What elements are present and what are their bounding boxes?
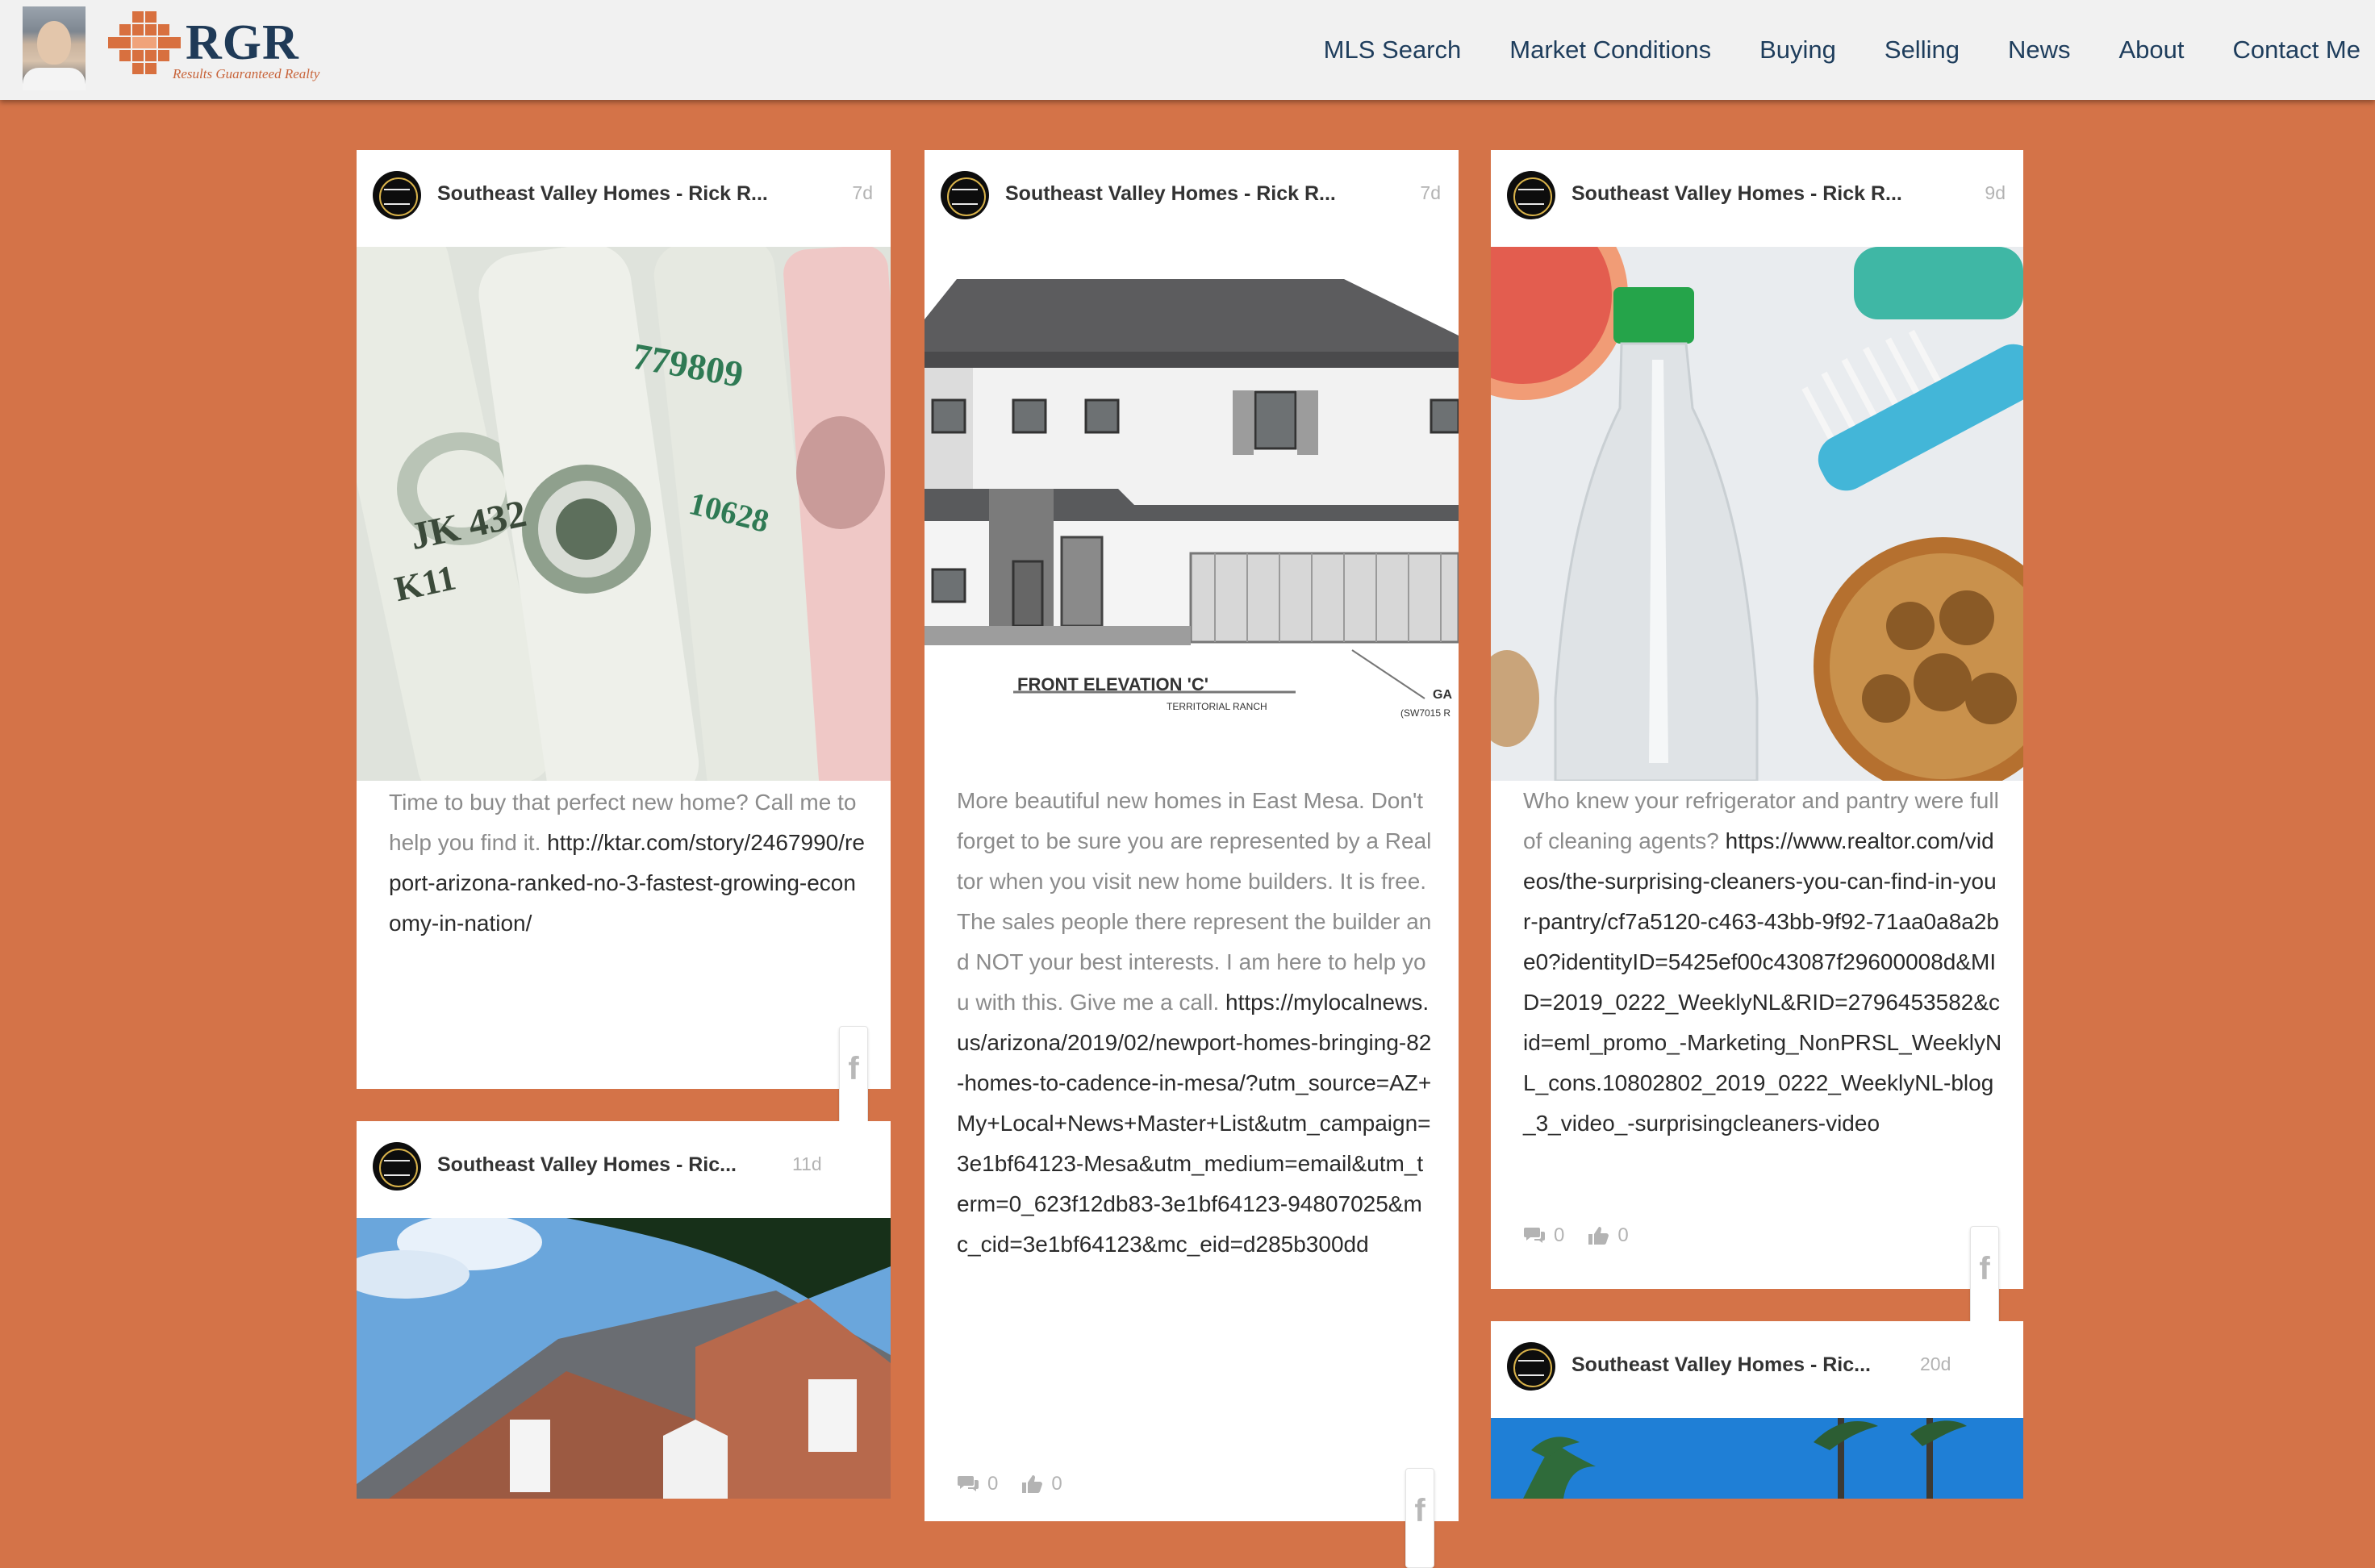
- post-header: Southeast Valley Homes - Ric... 11d: [357, 1121, 891, 1218]
- house-elevation-image: FRONT ELEVATION 'C' TERRITORIAL RANCH GA…: [925, 247, 1459, 781]
- cleaning-pantry-image: [1491, 247, 2023, 781]
- nav-market-conditions[interactable]: Market Conditions: [1509, 35, 1711, 65]
- post-header: Southeast Valley Homes - Ric... 20d: [1491, 1321, 2023, 1418]
- nav-selling[interactable]: Selling: [1885, 35, 1960, 65]
- comment-icon[interactable]: [957, 1474, 979, 1494]
- facebook-share-tab[interactable]: f: [1405, 1468, 1434, 1568]
- post-author[interactable]: Southeast Valley Homes - Rick R...: [1005, 182, 1409, 206]
- post-image[interactable]: [1491, 247, 2023, 781]
- palm-trees-image: [1491, 1418, 2023, 1499]
- post-image[interactable]: [1491, 1418, 2023, 1499]
- post-text: More beautiful new homes in East Mesa. D…: [957, 788, 1432, 1015]
- elevation-subcaption: TERRITORIAL RANCH: [1167, 701, 1267, 712]
- agent-photo[interactable]: [23, 6, 86, 90]
- like-count: 0: [1051, 1473, 1062, 1495]
- post-author[interactable]: Southeast Valley Homes - Rick R...: [1572, 182, 1975, 206]
- post-header: Southeast Valley Homes - Rick R... 7d: [925, 150, 1459, 247]
- post-age: 7d: [852, 182, 873, 203]
- nav-about[interactable]: About: [2118, 35, 2184, 65]
- nav-contact-me[interactable]: Contact Me: [2232, 35, 2360, 65]
- post-card[interactable]: Southeast Valley Homes - Rick R... 7d JK…: [357, 150, 891, 1089]
- nav-mls-search[interactable]: MLS Search: [1324, 35, 1462, 65]
- post-card[interactable]: Southeast Valley Homes - Rick R... 9d Wh…: [1491, 150, 2023, 1289]
- logo-mark-icon: [108, 11, 181, 74]
- post-header: Southeast Valley Homes - Rick R... 7d: [357, 150, 891, 247]
- post-body: Who knew your refrigerator and pantry we…: [1523, 781, 2002, 1144]
- post-author[interactable]: Southeast Valley Homes - Rick R...: [437, 182, 841, 206]
- like-count: 0: [1617, 1224, 1629, 1246]
- post-link[interactable]: https://www.realtor.com/videos/the-surpr…: [1523, 828, 2001, 1136]
- facebook-icon: f: [1979, 1251, 1990, 1287]
- site-logo[interactable]: RGR Results Guaranteed Realty: [108, 10, 342, 90]
- post-age: 7d: [1420, 182, 1441, 203]
- post-age: 11d: [792, 1153, 822, 1174]
- post-header: Southeast Valley Homes - Rick R... 9d: [1491, 150, 2023, 247]
- logo-tagline: Results Guaranteed Realty: [173, 66, 320, 81]
- post-card[interactable]: Southeast Valley Homes - Rick R... 7d FR…: [925, 150, 1459, 1521]
- logo-text: RGR: [186, 15, 299, 70]
- money-rolls-image: JK 432 K11 779809 10628: [357, 247, 891, 781]
- like-icon[interactable]: [1587, 1225, 1609, 1246]
- site-header: RGR Results Guaranteed Realty MLS Search…: [0, 0, 2375, 100]
- author-avatar[interactable]: [373, 171, 421, 219]
- post-body: Time to buy that perfect new home? Call …: [389, 782, 865, 944]
- post-age: 20d: [1920, 1353, 1951, 1374]
- facebook-share-tab[interactable]: f: [1970, 1226, 1999, 1326]
- facebook-share-tab[interactable]: f: [839, 1026, 868, 1126]
- elevation-edge-label: GA: [1433, 688, 1452, 702]
- nav-buying[interactable]: Buying: [1759, 35, 1836, 65]
- author-avatar[interactable]: [1507, 171, 1555, 219]
- like-icon[interactable]: [1021, 1474, 1043, 1495]
- post-card[interactable]: Southeast Valley Homes - Ric... 20d: [1491, 1321, 2023, 1499]
- author-avatar[interactable]: [1507, 1342, 1555, 1391]
- brick-house-image: [357, 1218, 891, 1499]
- post-stats: 0 0: [957, 1473, 1075, 1495]
- post-age: 9d: [1985, 182, 2006, 203]
- comment-count: 0: [987, 1473, 999, 1495]
- post-link[interactable]: https://mylocalnews.us/arizona/2019/02/n…: [957, 990, 1431, 1257]
- post-image[interactable]: JK 432 K11 779809 10628: [357, 247, 891, 781]
- post-author[interactable]: Southeast Valley Homes - Ric...: [1572, 1353, 1975, 1377]
- author-avatar[interactable]: [373, 1142, 421, 1191]
- post-author[interactable]: Southeast Valley Homes - Ric...: [437, 1153, 841, 1177]
- post-stats: 0 0: [1523, 1224, 1642, 1247]
- nav-news[interactable]: News: [2008, 35, 2071, 65]
- post-body: More beautiful new homes in East Mesa. D…: [957, 781, 1433, 1265]
- comment-icon[interactable]: [1523, 1226, 1546, 1245]
- comment-count: 0: [1554, 1224, 1565, 1246]
- post-image[interactable]: FRONT ELEVATION 'C' TERRITORIAL RANCH GA…: [925, 247, 1459, 781]
- post-image[interactable]: [357, 1218, 891, 1499]
- elevation-caption: FRONT ELEVATION 'C': [1017, 674, 1208, 694]
- post-card[interactable]: Southeast Valley Homes - Ric... 11d: [357, 1121, 891, 1499]
- main-nav: MLS Search Market Conditions Buying Sell…: [1275, 0, 2360, 100]
- facebook-icon: f: [848, 1051, 859, 1086]
- author-avatar[interactable]: [941, 171, 989, 219]
- elevation-edge-code: (SW7015 R: [1400, 707, 1450, 719]
